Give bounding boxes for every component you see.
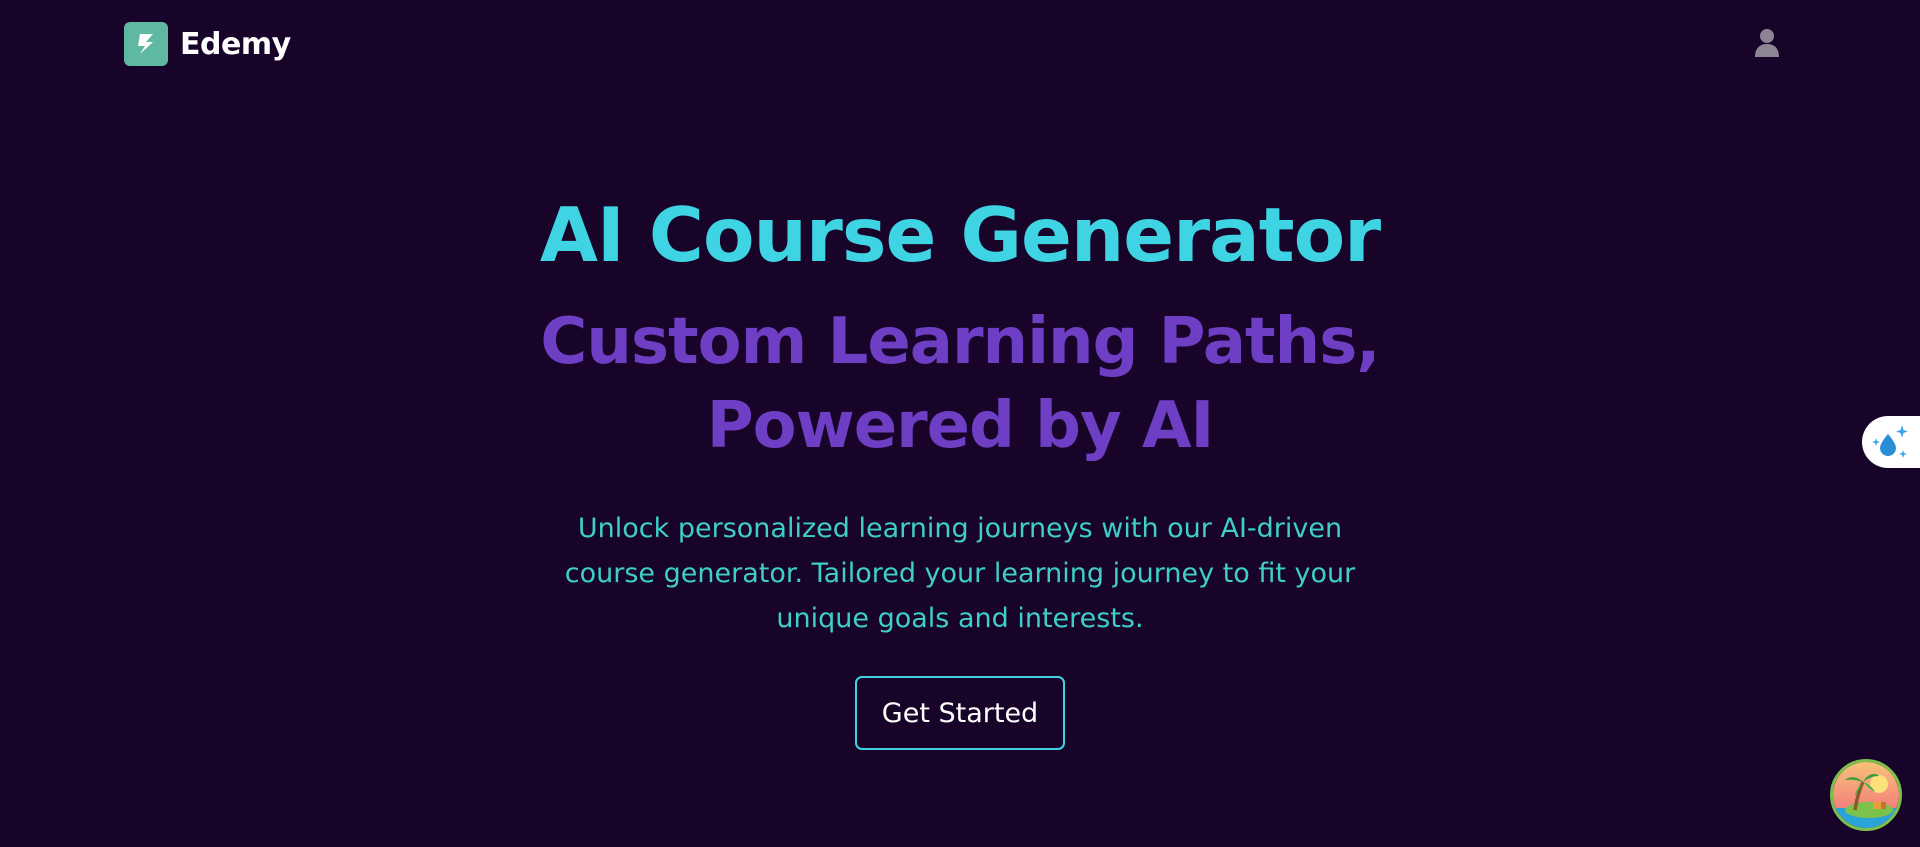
brand-link[interactable]: Edemy: [124, 22, 291, 66]
landing-page: Edemy AI Course Generator Custom Learnin…: [0, 0, 1920, 847]
floating-action-button[interactable]: [1830, 759, 1902, 831]
user-menu-button[interactable]: [1752, 26, 1782, 60]
hero-description-line-1: Unlock personalized learning journeys wi…: [577, 513, 1343, 544]
hero-subtitle-line-2: Powered by AI: [706, 389, 1215, 463]
hero-subtitle: Custom Learning Paths, Powered by AI: [0, 300, 1920, 468]
side-widget-tab[interactable]: [1862, 416, 1920, 468]
brand-name: Edemy: [180, 26, 291, 62]
hero-description: Unlock personalized learning journeys wi…: [560, 506, 1360, 641]
hero-description-line-2: course generator. Tailored your learning…: [564, 558, 1356, 589]
logo-s-icon: [124, 22, 168, 66]
island-palm-icon: [1833, 762, 1899, 828]
water-drop-sparkle-icon: [1872, 425, 1908, 458]
hero-description-line-3: unique goals and interests.: [776, 603, 1144, 634]
hero-title: AI Course Generator: [539, 191, 1381, 279]
navbar: Edemy: [0, 0, 1920, 88]
user-icon: [1755, 29, 1779, 57]
hero-subtitle-line-1: Custom Learning Paths,: [540, 305, 1380, 379]
get-started-button[interactable]: Get Started: [855, 676, 1065, 750]
